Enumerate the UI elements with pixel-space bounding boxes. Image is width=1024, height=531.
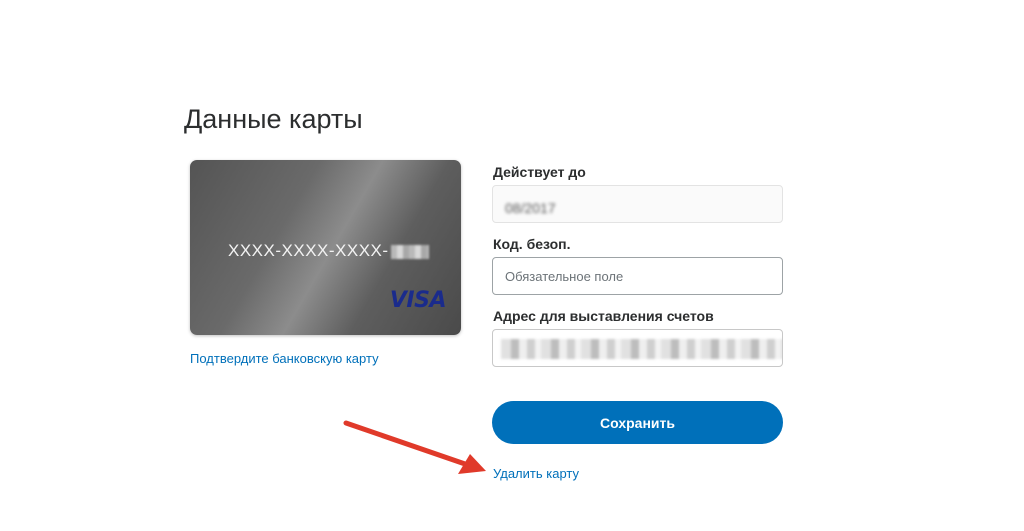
delete-card-link[interactable]: Удалить карту bbox=[493, 466, 579, 481]
confirm-card-link[interactable]: Подтвердите банковскую карту bbox=[190, 351, 379, 366]
page-title: Данные карты bbox=[184, 104, 363, 134]
billing-address-redacted bbox=[501, 339, 782, 359]
cvv-input[interactable] bbox=[492, 257, 783, 295]
card-number: XXXX-XXXX-XXXX- bbox=[228, 241, 429, 261]
card-image: XXXX-XXXX-XXXX- VISA bbox=[190, 160, 461, 335]
billing-address-select[interactable] bbox=[492, 329, 783, 367]
card-details-page: Данные карты XXXX-XXXX-XXXX- VISA Подтве… bbox=[0, 0, 1024, 531]
card-number-redacted bbox=[390, 244, 429, 259]
expiry-label: Действует до bbox=[493, 164, 586, 180]
visa-logo-icon: VISA bbox=[389, 288, 447, 313]
expiry-value: 08/2017 bbox=[505, 200, 556, 216]
card-number-text: XXXX-XXXX-XXXX- bbox=[228, 241, 389, 260]
save-button[interactable]: Сохранить bbox=[492, 401, 783, 444]
billing-address-label: Адрес для выставления счетов bbox=[493, 308, 714, 324]
expiry-field[interactable]: 08/2017 bbox=[492, 185, 783, 223]
cvv-label: Код. безоп. bbox=[493, 236, 571, 252]
